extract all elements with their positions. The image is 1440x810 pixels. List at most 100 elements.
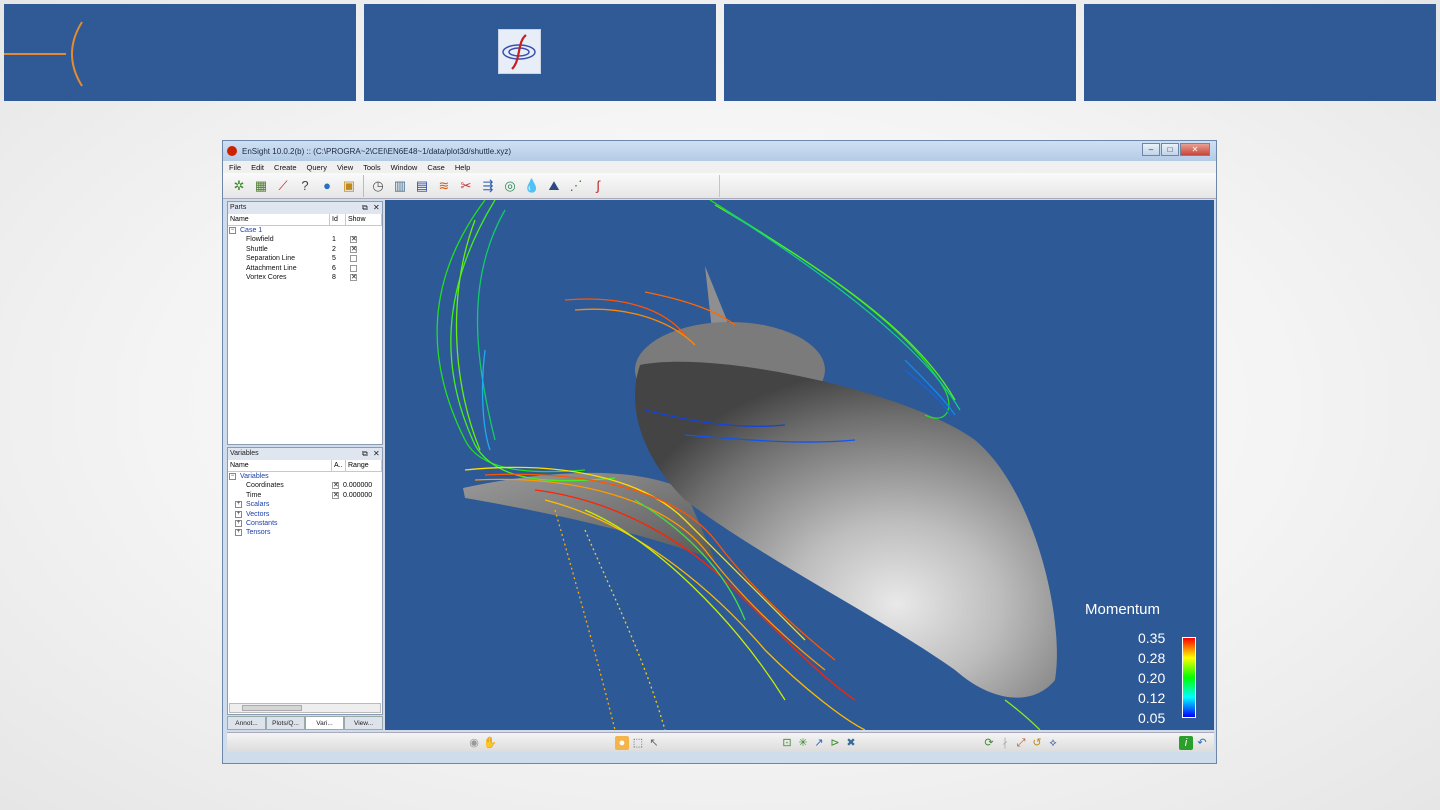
expand-icon[interactable]: + [235, 519, 242, 527]
maximize-button[interactable]: □ [1161, 143, 1179, 156]
col-show[interactable]: Show [346, 214, 382, 225]
close-icon[interactable]: ✕ [373, 202, 380, 214]
col-id[interactable]: Id [330, 214, 346, 225]
hand-icon[interactable]: ✋ [483, 736, 497, 750]
tree-row-case[interactable]: − Case 1 [228, 226, 382, 235]
scrollbar-thumb[interactable] [242, 705, 302, 711]
rotate-icon[interactable]: ⟳ [982, 736, 996, 750]
collapse-icon[interactable]: − [229, 227, 236, 234]
light-icon[interactable]: ∤ [998, 736, 1012, 750]
clapper-icon[interactable]: ▤ [412, 176, 432, 196]
ensight-logo-icon [498, 29, 541, 74]
part-name: Flowfield [246, 236, 274, 244]
collapse-icon[interactable]: − [229, 473, 236, 480]
active-checkbox[interactable]: ✕ [332, 482, 339, 490]
arrow-icon[interactable]: ↗ [812, 736, 826, 750]
part-row[interactable]: Attachment Line 6 [228, 264, 382, 273]
expand-icon[interactable]: + [235, 529, 242, 537]
show-checkbox[interactable] [350, 264, 357, 272]
menu-case[interactable]: Case [427, 163, 445, 172]
parts-icon[interactable]: ✲ [229, 176, 249, 196]
plot-icon[interactable]: ⟋ [273, 176, 293, 196]
menu-query[interactable]: Query [307, 163, 327, 172]
menu-view[interactable]: View [337, 163, 353, 172]
refresh-icon[interactable]: ↶ [1195, 736, 1209, 750]
globe-icon[interactable]: ● [317, 176, 337, 196]
zoom-box-icon[interactable]: ⊡ [780, 736, 794, 750]
elevation-icon[interactable]: ⛰ [544, 176, 564, 196]
part-id: 6 [332, 264, 336, 272]
probe-icon[interactable]: ⤢ [1014, 736, 1028, 750]
variable-row[interactable]: Time ✕ 0.000000 [228, 491, 382, 500]
tools-icon[interactable]: ✖ [844, 736, 858, 750]
close-icon[interactable]: ✕ [373, 448, 380, 460]
tab-variables[interactable]: Vari... [305, 716, 344, 730]
tab-annotations[interactable]: Annot... [227, 716, 266, 730]
toolbox-icon[interactable]: ▣ [339, 176, 359, 196]
active-checkbox[interactable]: ✕ [332, 491, 339, 499]
banner-segment-4 [1084, 4, 1436, 101]
main-toolbar: ✲ ▦ ⟋ ? ● ▣ ◷ ▥ ▤ ≋ ✂ ⇶ ◎ 💧 ⛰ ⋰ ∫ [223, 173, 1216, 199]
part-name: Separation Line [246, 255, 296, 263]
col-active[interactable]: A.. [332, 460, 346, 471]
variable-group-row[interactable]: + Vectors [228, 510, 382, 519]
tree-row-variables[interactable]: − Variables [228, 472, 382, 481]
minimize-button[interactable]: ‒ [1142, 143, 1160, 156]
menu-tools[interactable]: Tools [363, 163, 381, 172]
show-checkbox[interactable]: ✕ [350, 245, 357, 253]
menu-create[interactable]: Create [274, 163, 297, 172]
tab-view[interactable]: View... [344, 716, 383, 730]
show-checkbox[interactable]: ✕ [350, 236, 357, 244]
title-bar[interactable]: EnSight 10.0.2(b) :: (C:\PROGRA~2\CEI\EN… [223, 141, 1216, 161]
sparkle-icon[interactable]: ✳ [796, 736, 810, 750]
part-row[interactable]: Separation Line 5 [228, 254, 382, 263]
part-row[interactable]: Shuttle 2 ✕ [228, 245, 382, 254]
menu-file[interactable]: File [229, 163, 241, 172]
vector-arrows-icon[interactable]: ⇶ [478, 176, 498, 196]
variable-group-row[interactable]: + Tensors [228, 528, 382, 537]
expand-icon[interactable]: + [235, 501, 242, 509]
close-button[interactable]: ✕ [1180, 143, 1210, 156]
ensight-window: EnSight 10.0.2(b) :: (C:\PROGRA~2\CEI\EN… [222, 140, 1217, 764]
part-row[interactable]: Flowfield 1 ✕ [228, 235, 382, 244]
book-icon[interactable]: ▥ [390, 176, 410, 196]
select-mode-icon[interactable]: ● [615, 736, 629, 750]
show-checkbox[interactable] [350, 255, 357, 263]
tab-plots-queries[interactable]: Plots/Q... [266, 716, 305, 730]
isosurface-icon[interactable]: ◎ [500, 176, 520, 196]
cursor-icon[interactable]: ↖ [647, 736, 661, 750]
variable-group-row[interactable]: + Scalars [228, 500, 382, 509]
drops-icon[interactable]: 💧 [522, 176, 542, 196]
col-name[interactable]: Name [228, 460, 332, 471]
show-checkbox[interactable]: ✕ [350, 273, 357, 281]
record-icon[interactable]: ◉ [467, 736, 481, 750]
query-icon[interactable]: ? [295, 176, 315, 196]
variables-panel-title-text: Variables [230, 450, 259, 457]
info-icon[interactable]: i [1179, 736, 1193, 750]
play-icon[interactable]: ⊳ [828, 736, 842, 750]
expand-icon[interactable]: + [235, 510, 242, 518]
parts-column-header: Name Id Show [228, 214, 382, 226]
variable-group-row[interactable]: + Constants [228, 519, 382, 528]
scissors-icon[interactable]: ✂ [456, 176, 476, 196]
view-direction-icon[interactable]: ⟡ [1046, 736, 1060, 750]
horizontal-scrollbar[interactable] [229, 703, 381, 713]
col-range[interactable]: Range [346, 460, 382, 471]
menu-help[interactable]: Help [455, 163, 470, 172]
cube-icon[interactable]: ⬚ [631, 736, 645, 750]
col-name[interactable]: Name [228, 214, 330, 225]
clock-icon[interactable]: ◷ [368, 176, 388, 196]
streamline-icon[interactable]: ≋ [434, 176, 454, 196]
undock-icon[interactable]: ⧉ [362, 202, 368, 214]
variable-row[interactable]: Coordinates ✕ 0.000000 [228, 481, 382, 490]
graphics-viewport[interactable]: Momentum 0.35 0.28 0.20 0.12 0.05 [385, 200, 1214, 730]
part-row[interactable]: Vortex Cores 8 ✕ [228, 273, 382, 282]
menu-window[interactable]: Window [391, 163, 418, 172]
undock-icon[interactable]: ⧉ [362, 448, 368, 460]
particle-trace-icon[interactable]: ⋰ [566, 176, 586, 196]
undo-icon[interactable]: ↺ [1030, 736, 1044, 750]
slide-banner [4, 4, 1436, 101]
calculator-icon[interactable]: ▦ [251, 176, 271, 196]
menu-edit[interactable]: Edit [251, 163, 264, 172]
ensight-logo-icon[interactable]: ∫ [588, 176, 608, 196]
